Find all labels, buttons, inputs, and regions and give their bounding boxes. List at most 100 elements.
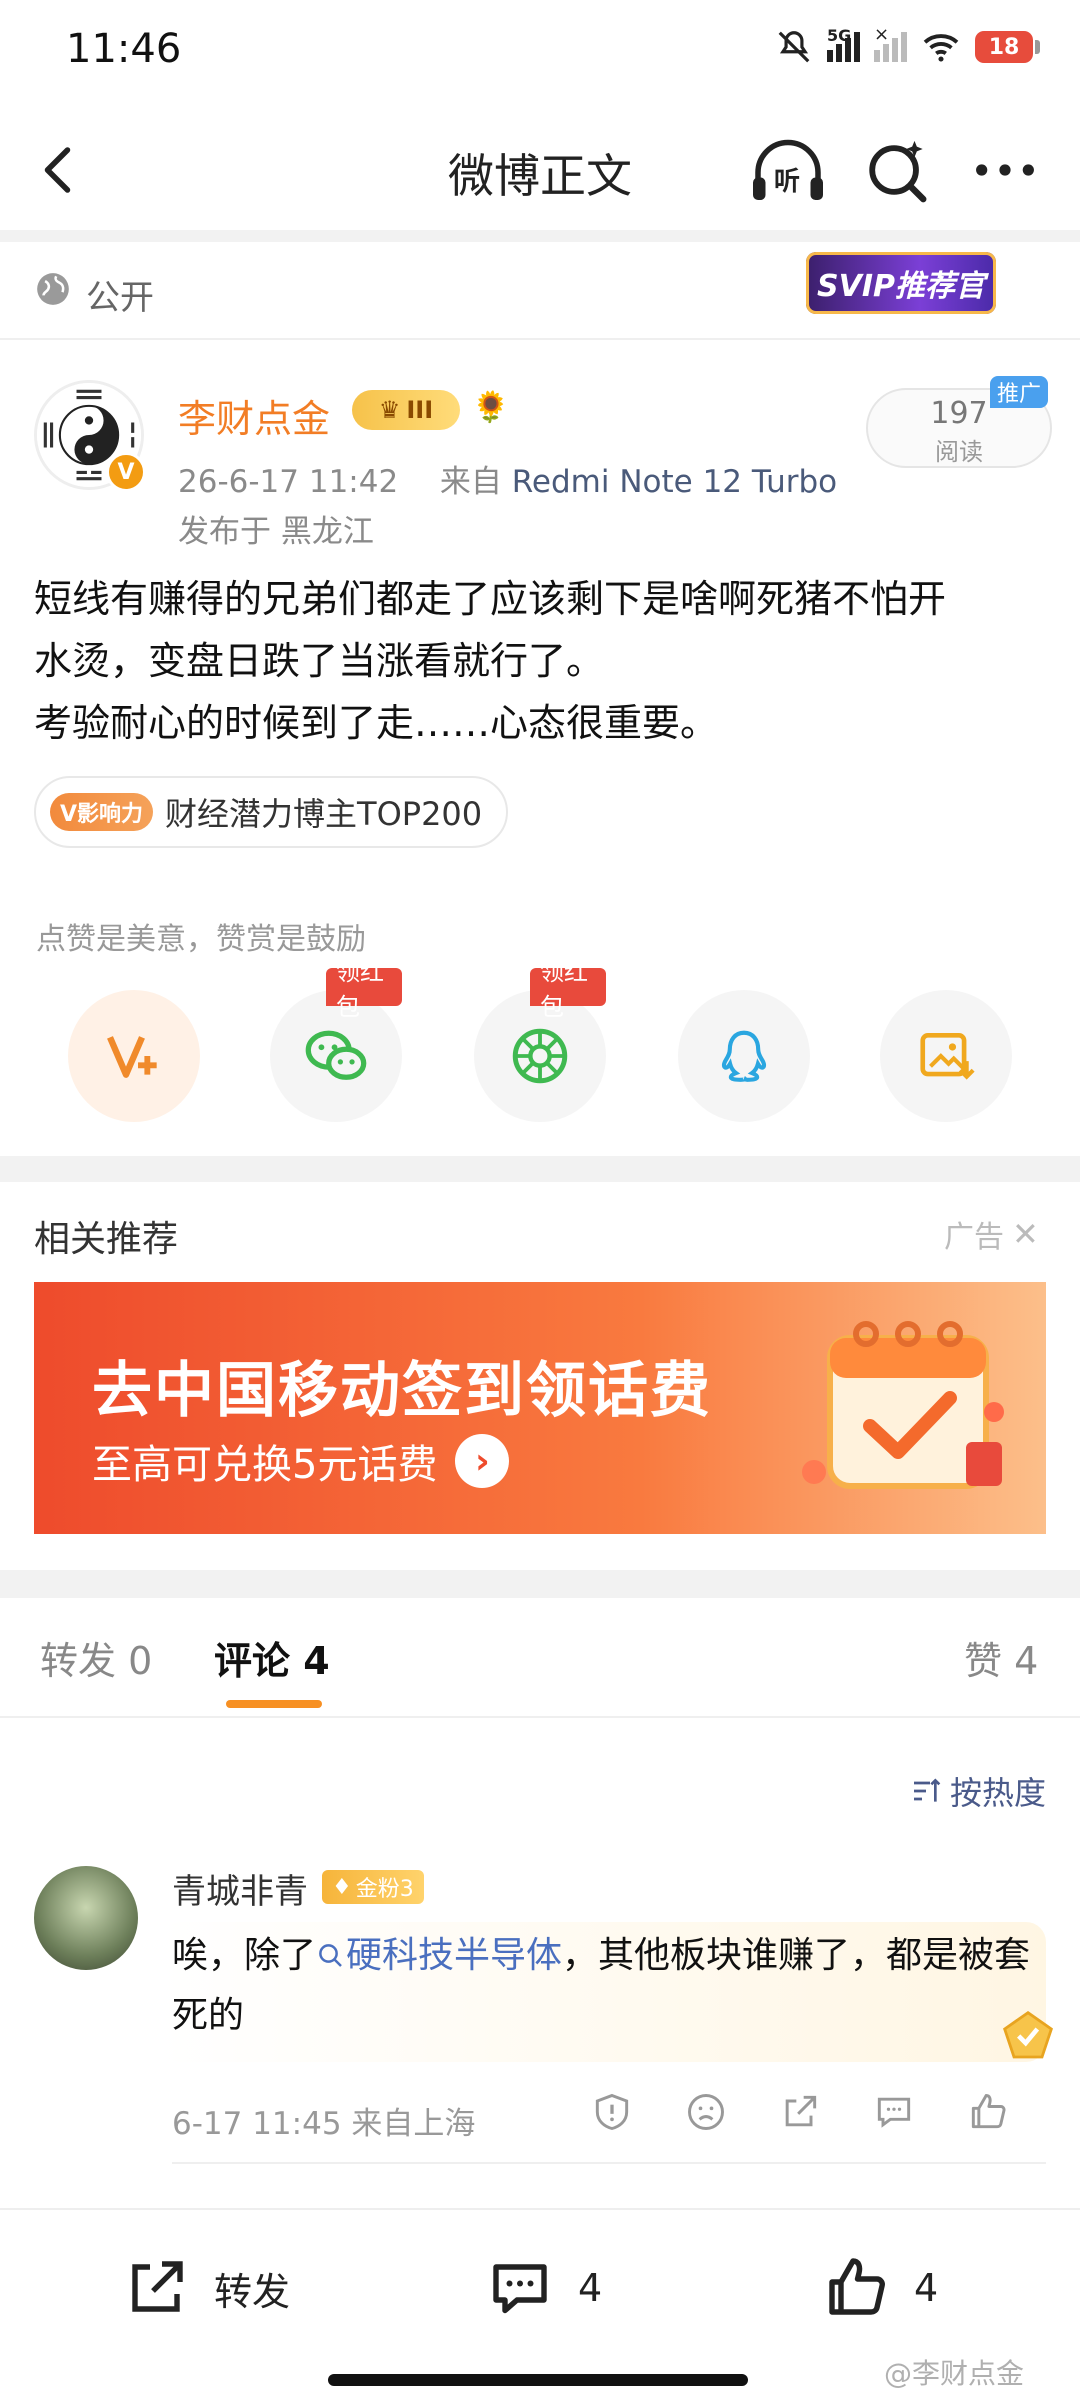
comment-meta: 6-17 11:45 来自上海 [172, 2106, 476, 2142]
comment-count: 4 [578, 2266, 603, 2310]
reward-hint: 点赞是美意，赞赏是鼓励 [36, 922, 366, 957]
search-icon [319, 1944, 342, 1967]
interaction-tabs: 转发 0 评论 4 赞 4 [0, 1600, 1080, 1718]
svip-badge[interactable]: SVIP推荐官 [806, 252, 996, 314]
arrow-right-icon: › [455, 1434, 510, 1488]
post-meta: 26-6-17 11:42 来自 Redmi Note 12 Turbo [178, 456, 837, 501]
wifi-icon [923, 34, 959, 62]
fan-badge-icon: ♦ [332, 1874, 352, 1900]
sort-icon [914, 1778, 941, 1802]
like-button[interactable]: 4 [820, 2252, 938, 2324]
topic-text: 硬科技半导体 [346, 1935, 563, 1976]
comment-text: 唉，除了 硬科技半导体，其他板块谁赚了，都是被套死的 [172, 1926, 1032, 2046]
sort-label: 按热度 [950, 1774, 1047, 1812]
promote-tag[interactable]: 推广 [990, 376, 1048, 408]
listen-button[interactable]: 听 [748, 135, 828, 205]
wechat-icon [305, 1030, 367, 1080]
repost-icon [132, 2261, 183, 2312]
reward-v-icon [107, 1036, 157, 1078]
report-shield-icon[interactable] [590, 2090, 634, 2134]
more-dots-icon [976, 164, 1034, 176]
like-comment-icon[interactable] [966, 2090, 1010, 2134]
influence-icon: V影响力 [50, 793, 154, 831]
share-row: 领红包 领红包 [0, 958, 1080, 1122]
section-divider [0, 1156, 1080, 1182]
nav-bar: 微博正文 听 [0, 100, 1080, 230]
tab-repost[interactable]: 转发 0 [40, 1630, 152, 1685]
share-moments-button[interactable]: 领红包 [474, 958, 606, 1122]
crown-icon: ♛ [378, 396, 401, 424]
banner-title: 去中国移动签到领话费 [92, 1356, 712, 1426]
post-device[interactable]: Redmi Note 12 Turbo [512, 464, 837, 500]
influence-tag[interactable]: V影响力 财经潜力博主TOP200 [34, 776, 509, 848]
sort-by-heat-button[interactable]: 按热度 [910, 1768, 1046, 1814]
calendar-check-icon [802, 1321, 1004, 1489]
listen-label: 听 [774, 167, 801, 197]
post-line: 考验耐心的时候到了走……心态很重要。 [34, 701, 719, 745]
topic-link[interactable]: 硬科技半导体 [316, 1935, 562, 1976]
thumbs-up-icon [829, 2258, 885, 2315]
post-line: 短线有赚得的兄弟们都走了应该剩下是啥啊死猪不怕开 [34, 577, 947, 621]
signal-5g-icon: 5G [827, 26, 860, 62]
reply-comment-icon[interactable] [872, 2090, 916, 2134]
author-name[interactable]: 李财点金 [178, 388, 330, 443]
visibility-label: 公开 [86, 278, 154, 318]
comment-actions [590, 2090, 1010, 2134]
watermark: @李财点金 [884, 2357, 1025, 2390]
ad-close-button[interactable]: 广告 ✕ [944, 1212, 1039, 1256]
status-time: 11:46 [66, 26, 182, 72]
qq-icon [721, 1030, 767, 1082]
section-divider [0, 230, 1080, 242]
influence-text: 财经潜力博主TOP200 [165, 795, 483, 833]
verified-v-icon: V [106, 452, 146, 492]
moments-icon [512, 1028, 568, 1084]
share-wechat-button[interactable]: 领红包 [270, 958, 402, 1122]
post-body: 短线有赚得的兄弟们都走了应该剩下是啥啊死猪不怕开 水烫，变盘日跌了当涨看就行了。… [34, 568, 1054, 754]
post-location: 发布于 黑龙江 [178, 514, 374, 550]
section-divider [0, 1570, 1080, 1598]
commenter-avatar[interactable] [34, 1866, 138, 1970]
search-button[interactable] [862, 135, 932, 205]
battery-level: 18 [975, 31, 1033, 63]
divider [0, 1716, 1080, 1718]
commenter-name[interactable]: 青城非青 [172, 1864, 308, 1913]
network-type: 5G [827, 26, 852, 45]
red-packet-tag: 领红包 [530, 958, 606, 1021]
member-crown-badge[interactable]: ♛ III [352, 390, 460, 430]
comment-text-before: 唉，除了 [172, 1935, 317, 1976]
member-level: III [406, 396, 434, 424]
search-sparkle-icon [869, 140, 927, 203]
home-indicator[interactable] [328, 2374, 748, 2386]
share-comment-icon[interactable] [778, 2090, 822, 2134]
save-image-button[interactable] [880, 990, 1012, 1122]
visibility-row: 公开 SVIP推荐官 [0, 242, 1080, 338]
red-packet-tag: 领红包 [326, 958, 402, 1021]
globe-icon [37, 273, 69, 305]
sunflower-icon: 🌻 [472, 390, 510, 425]
more-button[interactable] [970, 140, 1040, 200]
comment-bubble-icon [493, 2264, 547, 2314]
divider [172, 2162, 1046, 2164]
tab-like[interactable]: 赞 4 [964, 1630, 1038, 1685]
ad-banner[interactable]: 去中国移动签到领话费 至高可兑换5元话费 › [34, 1282, 1046, 1534]
repost-label: 转发 [214, 2269, 291, 2314]
banner-subtitle-text: 至高可兑换5元话费 [92, 1442, 438, 1488]
share-qq-button[interactable] [678, 990, 810, 1122]
ad-label: 广告 [944, 1220, 1004, 1255]
status-icons: 5G × 18 [775, 24, 1040, 66]
signal-sim2-icon: × [874, 24, 907, 62]
tab-comment[interactable]: 评论 4 [214, 1630, 330, 1685]
read-label: 阅读 [935, 438, 983, 466]
mute-bell-icon [778, 31, 810, 63]
banner-subtitle: 至高可兑换5元话费 › [92, 1432, 510, 1490]
fan-badge[interactable]: ♦ 金粉3 [322, 1870, 424, 1904]
reward-button[interactable] [68, 990, 200, 1122]
divider [0, 338, 1080, 340]
gold-pentagon-icon [1003, 2010, 1053, 2059]
close-icon: ✕ [1012, 1215, 1039, 1253]
active-tab-indicator [226, 1700, 322, 1708]
repost-button[interactable]: 转发 [120, 2252, 290, 2324]
comment-button[interactable]: 4 [484, 2252, 602, 2324]
dislike-face-icon[interactable] [684, 2090, 728, 2134]
battery-icon: 18 [975, 31, 1040, 63]
